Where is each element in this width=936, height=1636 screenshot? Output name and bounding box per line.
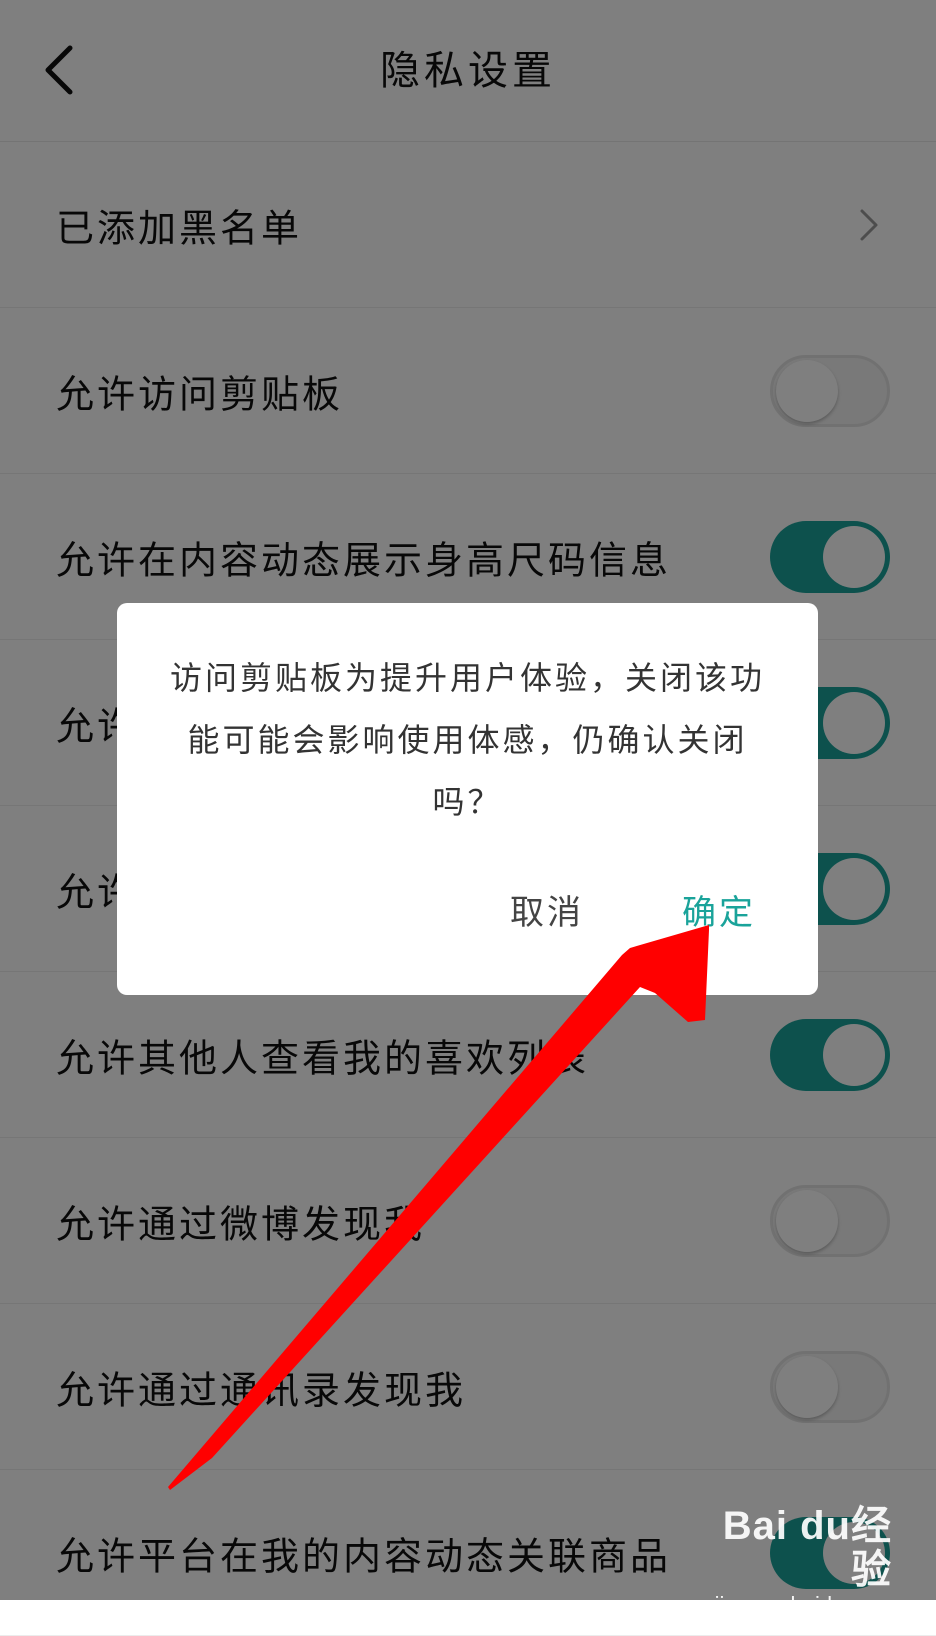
watermark-logo: Bai du经验 [722,1504,892,1592]
annotation-arrow-icon [168,925,709,1490]
watermark: Bai du经验 jingyan.baidu.com [712,1504,892,1617]
watermark-url: jingyan.baidu.com [714,1592,892,1617]
